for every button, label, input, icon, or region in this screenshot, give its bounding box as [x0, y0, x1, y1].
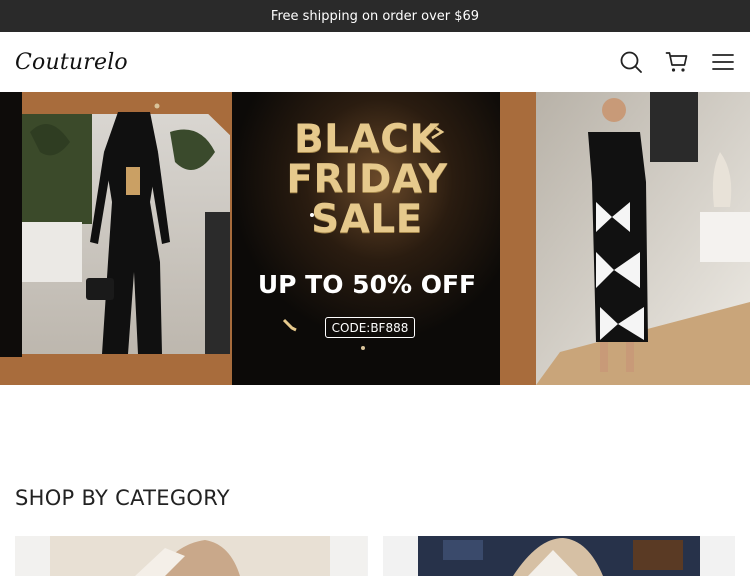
announcement-text: Free shipping on order over $69 — [270, 8, 480, 24]
category-image-1 — [15, 536, 367, 576]
site-header: Couturelo — [0, 32, 750, 92]
category-card[interactable] — [15, 536, 368, 576]
promo-title-line-2: FRIDAY — [286, 157, 448, 202]
category-card[interactable] — [382, 536, 735, 576]
category-grid — [15, 536, 735, 576]
menu-icon[interactable] — [710, 49, 736, 75]
left-model-photo — [22, 112, 230, 354]
cart-icon[interactable] — [664, 49, 690, 75]
promo-title-line-3: SALE — [311, 197, 423, 242]
promo-subtitle: UP TO 50% OFF — [257, 270, 477, 299]
promo-title: BLACK FRIDAY SALE — [232, 120, 502, 240]
category-image-2 — [382, 536, 735, 576]
hero-banner[interactable]: BLACK FRIDAY SALE UP TO 50% OFF CODE:BF8… — [0, 92, 750, 385]
announcement-bar: Free shipping on order over $69 — [0, 0, 750, 32]
right-model-photo — [536, 92, 750, 385]
logo[interactable]: Couturelo — [15, 50, 128, 75]
promo-title-line-1: BLACK — [293, 117, 441, 162]
header-icons — [618, 49, 736, 75]
search-icon[interactable] — [618, 49, 644, 75]
section-title: SHOP BY CATEGORY — [15, 486, 230, 510]
promo-code: CODE:BF888 — [325, 317, 415, 338]
